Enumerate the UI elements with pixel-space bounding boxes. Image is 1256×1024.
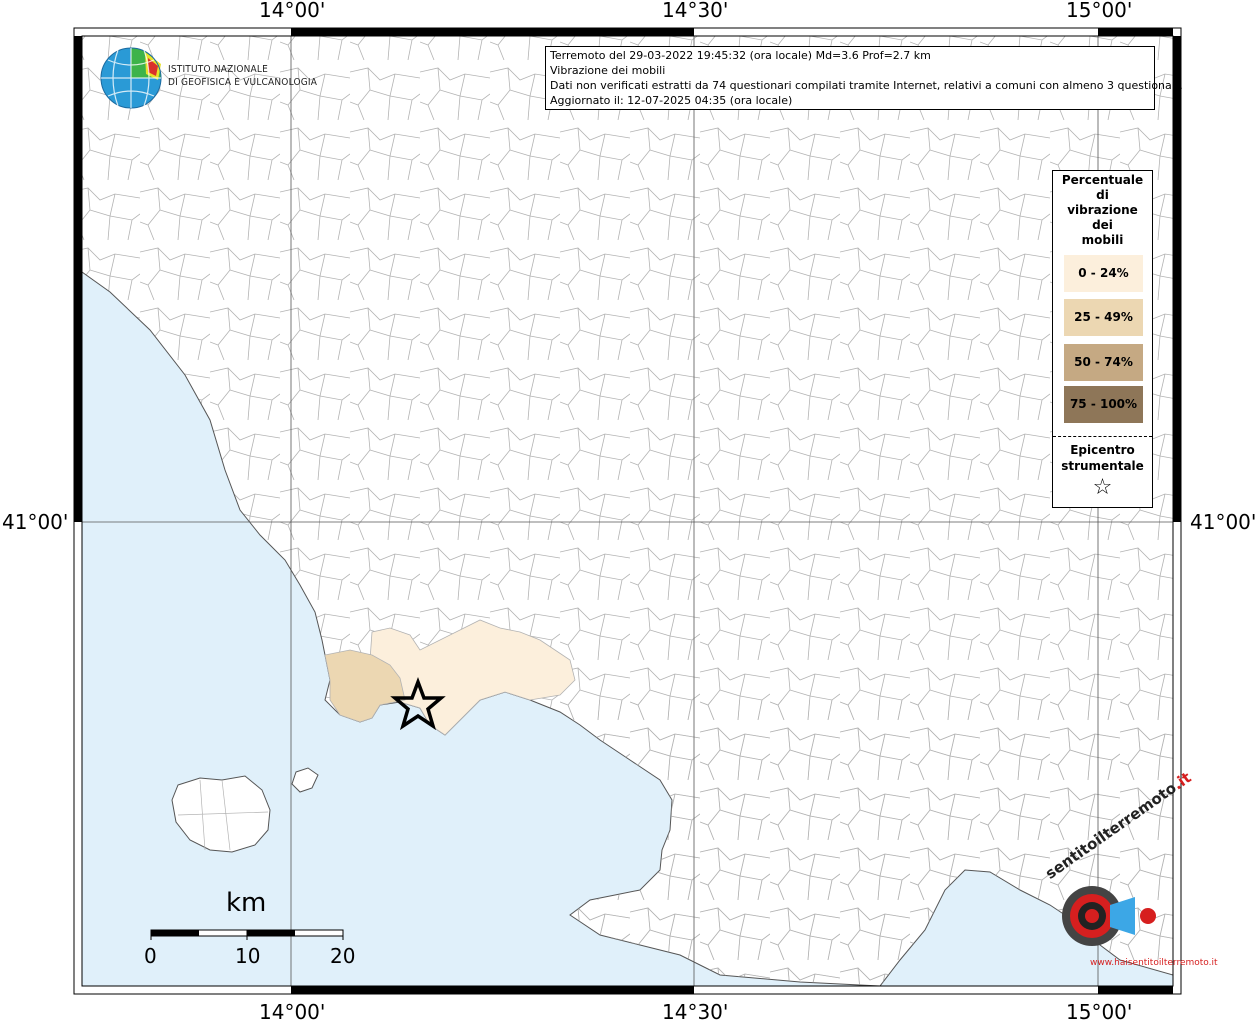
lat-label-right: 41°00' (1190, 510, 1256, 534)
update-time: Aggiornato il: 12-07-2025 04:35 (ora loc… (550, 94, 793, 107)
legend-title-line: di (1096, 188, 1109, 202)
lon-label-top-2: 14°30' (662, 0, 729, 22)
scale-tick-10: 10 (235, 944, 261, 968)
legend-title-line: Percentuale (1061, 173, 1144, 187)
lon-label-top-1: 14°00' (259, 0, 326, 22)
map-subject: Vibrazione dei mobili (550, 64, 666, 77)
legend-title-line: vibrazione (1067, 203, 1138, 217)
ingv-name-line2: DI GEOFISICA E VULCANOLOGIA (168, 77, 318, 88)
epicenter-legend-star-icon: ☆ (1092, 475, 1113, 500)
lon-label-bottom-1: 14°00' (259, 1000, 326, 1024)
scale-unit: km (226, 888, 267, 918)
data-note: Dati non verificati estratti da 74 quest… (550, 79, 1183, 92)
legend-separator (1053, 436, 1152, 437)
legend-title-line: mobili (1081, 233, 1124, 247)
legend-class-25-49: 25 - 49% (1064, 299, 1143, 336)
event-info-box: Terremoto del 29-03-2022 19:45:32 (ora l… (545, 46, 1183, 110)
event-title: Terremoto del 29-03-2022 19:45:32 (ora l… (550, 49, 931, 62)
legend-class-0-24: 0 - 24% (1064, 255, 1143, 292)
legend-title: Percentuale di vibrazione dei mobili (1053, 173, 1152, 248)
ingv-name: ISTITUTO NAZIONALE DI GEOFISICA E VULCAN… (168, 63, 317, 89)
epicenter-legend-label: Epicentro strumentale (1053, 442, 1152, 474)
lon-label-bottom-2: 14°30' (662, 1000, 729, 1024)
lon-label-bottom-3: 15°00' (1066, 1000, 1133, 1024)
legend: Percentuale di vibrazione dei mobili 0 -… (1052, 170, 1153, 508)
legend-class-50-74: 50 - 74% (1064, 344, 1143, 381)
epicenter-label-line: Epicentro (1070, 443, 1135, 457)
legend-class-75-100: 75 - 100% (1064, 386, 1143, 423)
ingv-name-line1: ISTITUTO NAZIONALE (168, 64, 268, 75)
scale-tick-20: 20 (330, 944, 356, 968)
scale-tick-0: 0 (144, 944, 157, 968)
logo-text-bottom: www.haisentitoilterremoto.it (1090, 958, 1218, 968)
ingv-globe-icon (100, 47, 162, 109)
epicenter-label-line: strumentale (1061, 459, 1144, 473)
lat-label-left: 41°00' (2, 510, 69, 534)
lon-label-top-3: 15°00' (1066, 0, 1133, 22)
legend-title-line: dei (1092, 218, 1113, 232)
